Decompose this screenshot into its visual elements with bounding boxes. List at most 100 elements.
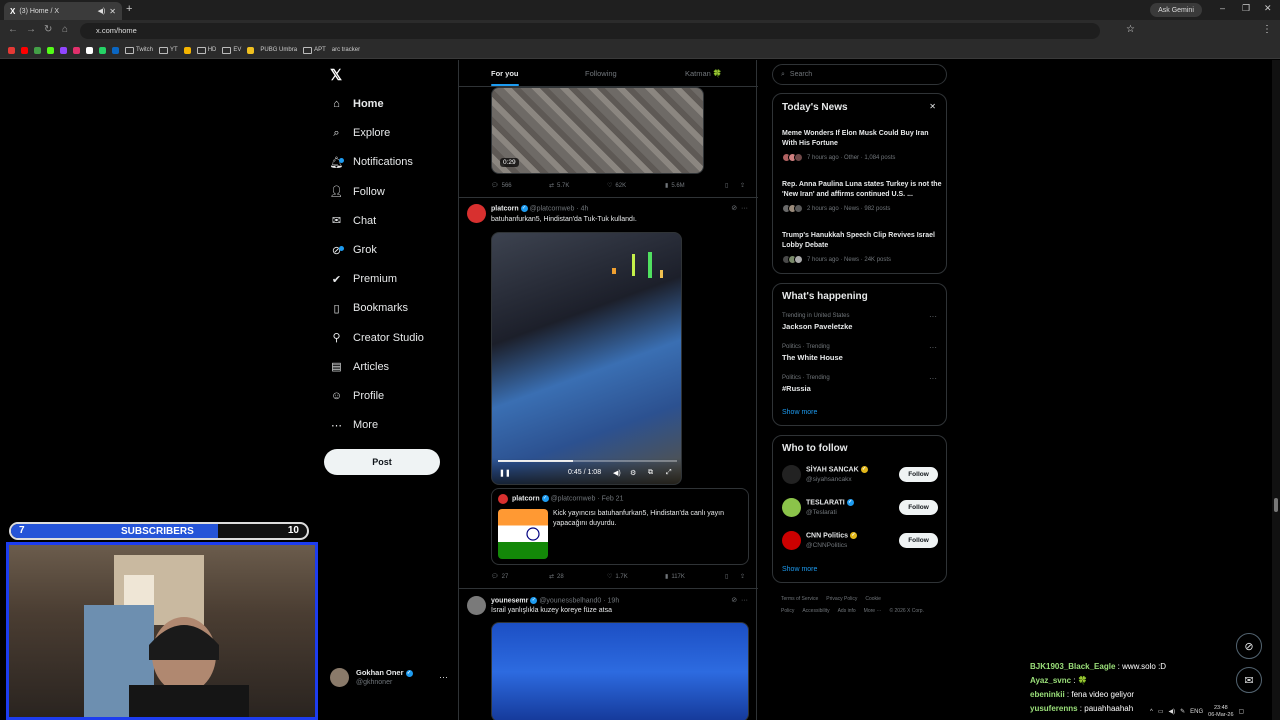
bookmark-folder-hd[interactable]: HD bbox=[197, 47, 217, 54]
more-dots-icon[interactable]: ··· bbox=[741, 597, 748, 604]
tweet-handle[interactable]: @younessbelhand0 bbox=[539, 597, 601, 604]
post-button[interactable]: Post bbox=[324, 449, 440, 475]
show-more-link[interactable]: Show more bbox=[782, 409, 817, 416]
bookmark-icon[interactable]: ▯ bbox=[725, 182, 728, 189]
follow-button[interactable]: Follow bbox=[899, 467, 938, 482]
tab-katman[interactable]: Katman 🍀 bbox=[685, 69, 722, 78]
grok-icon[interactable]: ⊘ bbox=[731, 205, 737, 212]
avatar[interactable] bbox=[782, 531, 801, 550]
footer-link[interactable]: © 2026 X Corp. bbox=[889, 608, 924, 614]
suggested-account-handle[interactable]: @CNNPolitics bbox=[806, 542, 847, 549]
news-headline[interactable]: Trump's Hanukkah Speech Clip Revives Isr… bbox=[782, 231, 942, 251]
nav-item-notifications[interactable]: 🔔︎ Notifications bbox=[330, 151, 413, 173]
bookmark-favicon[interactable] bbox=[8, 46, 15, 54]
pip-icon[interactable]: ⧉ bbox=[648, 469, 653, 477]
show-more-link[interactable]: Show more bbox=[782, 566, 817, 573]
home-browser-icon[interactable]: ⌂ bbox=[62, 24, 68, 35]
repost-button[interactable]: ⇄ 5.7K bbox=[549, 182, 569, 190]
nav-item-creator-studio[interactable]: ⚲ Creator Studio bbox=[330, 327, 423, 349]
like-button[interactable]: ♡ 62K bbox=[607, 182, 626, 190]
nav-item-profile[interactable]: ☺ Profile bbox=[330, 385, 384, 407]
bookmark-favicon[interactable] bbox=[183, 46, 191, 54]
share-icon[interactable]: ⇪ bbox=[740, 182, 745, 189]
more-dots-icon[interactable]: ··· bbox=[439, 672, 448, 682]
kick-icon[interactable] bbox=[47, 46, 54, 54]
bookmark-arc-tracker[interactable]: arc tracker bbox=[332, 47, 360, 53]
like-button[interactable]: ♡ 1.7K bbox=[607, 573, 628, 581]
tweet-author[interactable]: younesemr bbox=[491, 597, 528, 604]
avatar[interactable] bbox=[467, 596, 486, 615]
avatar[interactable] bbox=[467, 204, 486, 223]
suggested-account-name[interactable]: CNN Politics ✓ bbox=[806, 532, 858, 539]
reply-button[interactable]: 💬︎ 27 bbox=[491, 573, 508, 581]
fullscreen-icon[interactable]: ⤢ bbox=[666, 469, 672, 477]
scroll-thumb[interactable] bbox=[1274, 498, 1278, 512]
instagram-icon[interactable] bbox=[73, 46, 80, 54]
quoted-tweet[interactable]: platcorn ✓ @platcornweb · Feb 21 Kick yay… bbox=[491, 488, 749, 565]
nav-item-home[interactable]: ⌂ Home bbox=[330, 93, 383, 115]
messages-float-button[interactable]: ✉ bbox=[1236, 667, 1262, 693]
repost-button[interactable]: ⇄ 28 bbox=[549, 573, 564, 581]
more-dots-icon[interactable]: ··· bbox=[741, 205, 748, 212]
footer-link[interactable]: More ··· bbox=[864, 608, 882, 614]
tab-for-you[interactable]: For you bbox=[491, 69, 519, 78]
browser-tab[interactable]: X (3) Home / X ◀) ✕ bbox=[4, 2, 122, 20]
follow-button[interactable]: Follow bbox=[899, 500, 938, 515]
nav-item-more[interactable]: ⋯ More bbox=[330, 414, 378, 436]
tweet-time[interactable]: · 4h bbox=[576, 205, 588, 212]
bookmark-folder-apt[interactable]: APT bbox=[303, 47, 326, 54]
youtube-icon[interactable] bbox=[21, 46, 28, 54]
network-icon[interactable]: ▭ bbox=[1158, 708, 1164, 715]
volume-icon[interactable]: ◀) bbox=[613, 469, 621, 477]
suggested-account-handle[interactable]: @Teslarati bbox=[806, 509, 837, 516]
tweet-video[interactable]: ❚❚ 0:45 / 1:08 ◀) ⚙ ⧉ ⤢ bbox=[491, 232, 682, 485]
scrollbar[interactable] bbox=[1272, 60, 1280, 720]
close-icon[interactable]: ✕ bbox=[929, 102, 936, 111]
footer-link[interactable]: Accessibility bbox=[802, 608, 829, 614]
nav-item-grok[interactable]: ⊘ Grok bbox=[330, 239, 377, 261]
tweet-time[interactable]: · 19h bbox=[603, 597, 619, 604]
bookmark-favicon[interactable] bbox=[34, 46, 41, 54]
pubg-icon[interactable] bbox=[247, 46, 255, 54]
bookmark-star-icon[interactable]: ☆ bbox=[1126, 24, 1135, 35]
new-tab-button[interactable]: + bbox=[126, 3, 132, 15]
nav-item-articles[interactable]: ▤ Articles bbox=[330, 356, 389, 378]
back-icon[interactable]: ← bbox=[8, 24, 18, 35]
search-input[interactable]: ⌕ Search bbox=[772, 64, 947, 85]
browser-menu-icon[interactable]: ⋮ bbox=[1262, 24, 1272, 35]
bookmark-folder-twitch[interactable]: Twitch bbox=[125, 47, 153, 54]
tray-arrow-icon[interactable]: ^ bbox=[1150, 709, 1153, 715]
pen-icon[interactable]: ✎ bbox=[1180, 708, 1185, 715]
audio-icon[interactable]: ◀) bbox=[98, 7, 106, 15]
views-button[interactable]: ▮ 5.6M bbox=[665, 182, 685, 190]
news-headline[interactable]: Meme Wonders If Elon Musk Could Buy Iran… bbox=[782, 129, 942, 149]
grok-icon[interactable]: ⊘ bbox=[731, 597, 737, 604]
forward-icon[interactable]: → bbox=[26, 24, 36, 35]
whatsapp-icon[interactable] bbox=[99, 46, 106, 54]
x-icon[interactable] bbox=[86, 46, 93, 54]
bookmark-folder-yt[interactable]: YT bbox=[159, 47, 178, 54]
tab-following[interactable]: Following bbox=[585, 69, 617, 78]
x-logo[interactable]: 𝕏 bbox=[330, 66, 342, 84]
nav-item-premium[interactable]: ✔ Premium bbox=[330, 268, 397, 290]
bookmark-pubg-umbra[interactable]: PUBG Umbra bbox=[260, 47, 297, 53]
nav-item-follow[interactable]: 👤︎ Follow bbox=[330, 181, 385, 203]
nav-item-explore[interactable]: ⌕ Explore bbox=[330, 122, 390, 144]
tweet-video[interactable]: 0:29 bbox=[491, 87, 704, 174]
bookmark-folder-ev[interactable]: EV bbox=[222, 47, 241, 54]
grok-float-button[interactable]: ⊘ bbox=[1236, 633, 1262, 659]
more-dots-icon[interactable]: ··· bbox=[929, 343, 937, 352]
nav-item-chat[interactable]: ✉ Chat bbox=[330, 210, 376, 232]
trend-name[interactable]: Jackson Paveletzke bbox=[782, 322, 852, 331]
suggested-account-handle[interactable]: @siyahsancakx bbox=[806, 476, 852, 483]
account-switcher[interactable]: Gokhan Oner ✓ @gkhnoner ··· bbox=[330, 666, 448, 690]
minimize-icon[interactable]: – bbox=[1220, 3, 1225, 13]
close-tab-icon[interactable]: ✕ bbox=[109, 7, 116, 16]
footer-link[interactable]: Privacy Policy bbox=[826, 596, 857, 602]
maximize-icon[interactable]: ❐ bbox=[1242, 3, 1250, 14]
settings-icon[interactable]: ⚙ bbox=[630, 469, 636, 477]
news-headline[interactable]: Rep. Anna Paulina Luna states Turkey is … bbox=[782, 180, 942, 200]
ask-gemini-button[interactable]: Ask Gemini bbox=[1150, 3, 1202, 17]
tweet-image[interactable] bbox=[491, 622, 749, 720]
pause-icon[interactable]: ❚❚ bbox=[499, 469, 511, 477]
